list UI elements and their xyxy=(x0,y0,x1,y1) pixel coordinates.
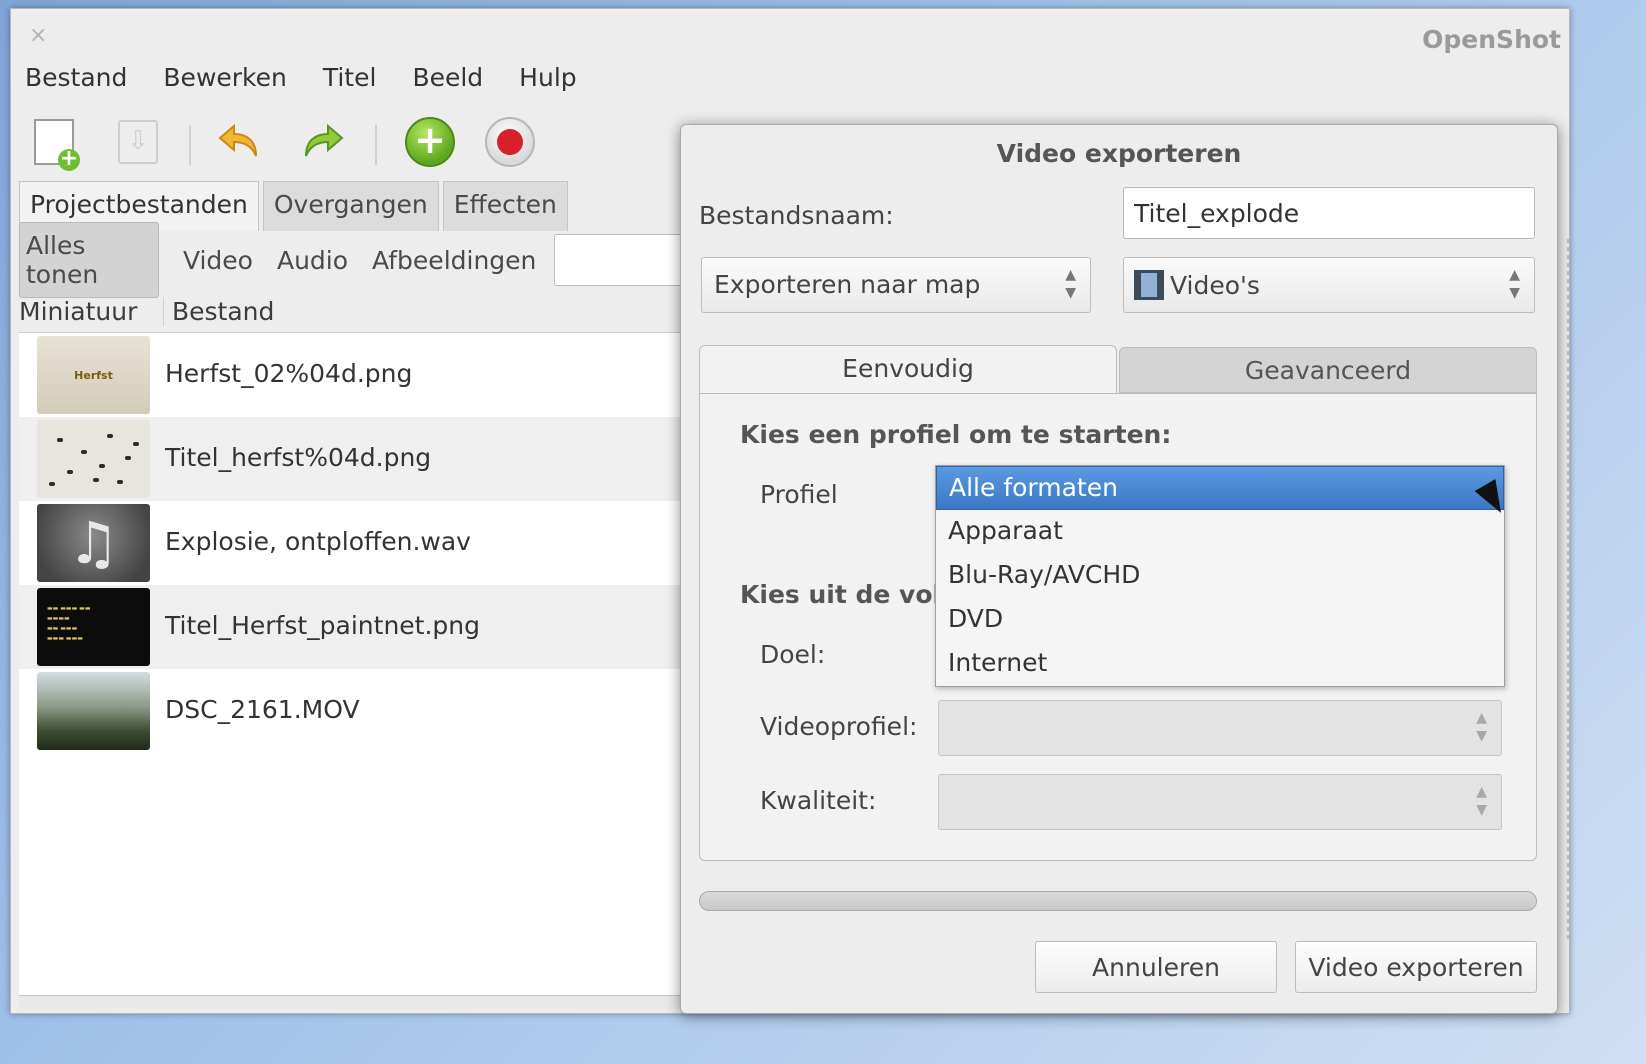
spin-arrows-icon: ▲ ▼ xyxy=(1065,267,1076,301)
tab-overgangen[interactable]: Overgangen xyxy=(262,181,439,231)
file-list: Herfst Herfst_02%04d.png Titel_herfst%04… xyxy=(19,333,699,1009)
profile-option-dvd[interactable]: DVD xyxy=(936,598,1504,642)
column-header-file[interactable]: Bestand xyxy=(163,297,274,326)
file-name: DSC_2161.MOV xyxy=(165,695,360,724)
profile-dropdown-list: Alle formaten Apparaat Blu-Ray/AVCHD DVD… xyxy=(935,465,1505,687)
section-heading-choose: Kies uit de volg xyxy=(740,580,959,609)
export-mode-select[interactable]: Exporteren naar map ▲ ▼ xyxy=(701,257,1091,313)
film-icon xyxy=(1134,270,1164,300)
spin-arrows-icon: ▲ ▼ xyxy=(1509,267,1520,301)
filter-images-button[interactable]: Afbeeldingen xyxy=(372,246,536,275)
export-button[interactable]: Video exporteren xyxy=(1295,941,1537,993)
app-title: OpenShot xyxy=(1422,25,1561,54)
menubar: Bestand Bewerken Titel Beeld Hulp xyxy=(25,63,577,92)
filter-row: Alles tonen Video Audio Afbeeldingen xyxy=(19,222,699,298)
file-row[interactable]: ▬▬ ▬▬▬ ▬▬ ▬▬▬▬ ▬▬ ▬▬▬ ▬▬▬ ▬▬▬ Titel_Herfst_… xyxy=(19,585,699,669)
export-mode-value: Exporteren naar map xyxy=(714,270,981,299)
undo-icon xyxy=(218,123,257,157)
export-dialog: Video exporteren Bestandsnaam: Exportere… xyxy=(680,124,1558,1014)
redo-button[interactable] xyxy=(295,115,349,169)
videoprofile-select[interactable]: ▲ ▼ xyxy=(938,700,1502,756)
section-heading-profile: Kies een profiel om te starten: xyxy=(740,420,1172,449)
close-icon[interactable]: × xyxy=(29,23,47,48)
redo-icon xyxy=(305,123,344,157)
profile-option-device[interactable]: Apparaat xyxy=(936,510,1504,554)
search-input[interactable] xyxy=(554,234,699,286)
record-icon xyxy=(485,117,535,167)
cancel-button[interactable]: Annuleren xyxy=(1035,941,1277,993)
add-icon: + xyxy=(405,117,455,167)
menu-bestand[interactable]: Bestand xyxy=(25,63,127,92)
new-project-icon: + xyxy=(34,119,80,171)
file-name: Titel_herfst%04d.png xyxy=(165,443,432,472)
tab-effecten[interactable]: Effecten xyxy=(442,181,568,231)
record-button[interactable] xyxy=(483,115,537,169)
file-row[interactable]: DSC_2161.MOV xyxy=(19,669,699,753)
filter-audio-button[interactable]: Audio xyxy=(277,246,348,275)
menu-hulp[interactable]: Hulp xyxy=(519,63,576,92)
folder-value: Video's xyxy=(1170,271,1260,300)
audio-file-icon: ♫ xyxy=(37,504,150,582)
tab-advanced[interactable]: Geavanceerd xyxy=(1119,347,1537,393)
filter-all-button[interactable]: Alles tonen xyxy=(19,222,159,298)
tab-simple[interactable]: Eenvoudig xyxy=(699,345,1117,395)
filename-label: Bestandsnaam: xyxy=(699,201,894,230)
toolbar: + ⇩ + xyxy=(27,115,707,177)
column-header-thumbnail[interactable]: Miniatuur xyxy=(19,297,137,326)
dialog-title: Video exporteren xyxy=(996,139,1242,168)
videoprofile-label: Videoprofiel: xyxy=(760,712,918,741)
menu-bewerken[interactable]: Bewerken xyxy=(163,63,286,92)
file-name: Titel_Herfst_paintnet.png xyxy=(165,611,481,640)
new-project-button[interactable]: + xyxy=(27,115,81,171)
toolbar-separator xyxy=(375,125,377,165)
thumbnail-image xyxy=(37,672,150,750)
import-icon: ⇩ xyxy=(118,120,158,164)
quality-label: Kwaliteit: xyxy=(760,786,877,815)
export-progress-bar xyxy=(699,891,1537,911)
menu-titel[interactable]: Titel xyxy=(323,63,377,92)
filter-video-button[interactable]: Video xyxy=(183,246,253,275)
profile-option-internet[interactable]: Internet xyxy=(936,642,1504,686)
target-label: Doel: xyxy=(760,640,826,669)
horizontal-scrollbar[interactable] xyxy=(19,995,699,1009)
file-name: Herfst_02%04d.png xyxy=(165,359,413,388)
import-button[interactable]: ⇩ xyxy=(111,115,165,169)
undo-button[interactable] xyxy=(213,115,267,169)
profile-option-all-formats[interactable]: Alle formaten xyxy=(936,466,1504,510)
toolbar-separator xyxy=(189,125,191,165)
file-row[interactable]: ♫ Explosie, ontploffen.wav xyxy=(19,501,699,585)
thumbnail-image xyxy=(37,420,150,498)
add-button[interactable]: + xyxy=(403,115,457,169)
file-table-header: Miniatuur Bestand xyxy=(19,291,699,333)
folder-select[interactable]: Video's ▲ ▼ xyxy=(1123,257,1535,313)
pane-edge xyxy=(1567,239,1569,939)
file-row[interactable]: Herfst Herfst_02%04d.png xyxy=(19,333,699,417)
spin-arrows-icon: ▲ ▼ xyxy=(1476,784,1487,818)
thumbnail-image: ▬▬ ▬▬▬ ▬▬ ▬▬▬▬ ▬▬ ▬▬▬ ▬▬▬ ▬▬▬ xyxy=(37,588,150,666)
menu-beeld[interactable]: Beeld xyxy=(412,63,483,92)
file-name: Explosie, ontploffen.wav xyxy=(165,527,471,556)
spin-arrows-icon: ▲ ▼ xyxy=(1476,710,1487,744)
thumbnail-image: Herfst xyxy=(37,336,150,414)
file-row[interactable]: Titel_herfst%04d.png xyxy=(19,417,699,501)
profile-label: Profiel xyxy=(760,480,838,509)
filename-input[interactable] xyxy=(1123,187,1535,239)
quality-select[interactable]: ▲ ▼ xyxy=(938,774,1502,830)
profile-option-bluray[interactable]: Blu-Ray/AVCHD xyxy=(936,554,1504,598)
